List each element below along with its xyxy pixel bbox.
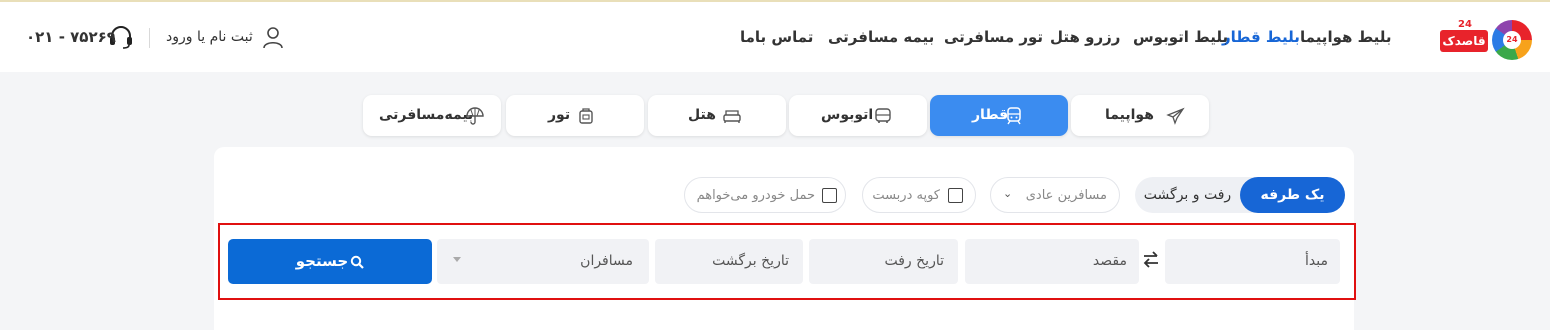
- site-logo[interactable]: 24 قاصدک 24: [1440, 16, 1542, 60]
- depart-date-placeholder: تاریخ رفت: [884, 253, 944, 269]
- search-label: جستجو: [295, 252, 349, 270]
- trip-type-toggle: یک طرفه رفت و برگشت: [1135, 177, 1345, 213]
- tab-train-label: قطار: [972, 107, 1009, 123]
- origin-placeholder: مبدأ: [1305, 253, 1328, 269]
- swap-icon[interactable]: [1141, 249, 1161, 271]
- login-register-link[interactable]: ثبت نام یا ورود: [166, 29, 253, 45]
- passenger-type-select[interactable]: مسافرین عادی ⌄: [990, 177, 1120, 213]
- destination-placeholder: مقصد: [1092, 253, 1127, 269]
- destination-input[interactable]: مقصد: [965, 239, 1139, 284]
- car-transport-label: حمل خودرو می‌خواهم: [696, 188, 815, 203]
- site-header: 24 قاصدک 24 بلیط هواپیما بلیط قطار بلیط …: [0, 2, 1550, 72]
- nav-tour[interactable]: تور مسافرتی: [944, 28, 1043, 46]
- bed-icon: [723, 110, 741, 123]
- tab-tour[interactable]: تور: [506, 95, 644, 136]
- nav-insurance[interactable]: بیمه مسافرتی: [828, 28, 934, 46]
- one-way-option[interactable]: یک طرفه: [1240, 177, 1345, 213]
- user-icon[interactable]: [262, 26, 284, 50]
- logo-mark-number: 24: [1503, 31, 1521, 49]
- passenger-type-value: مسافرین عادی: [1025, 188, 1107, 203]
- umbrella-icon: [466, 107, 484, 125]
- search-button[interactable]: جستجو: [228, 239, 432, 284]
- nav-train[interactable]: بلیط قطار: [1222, 28, 1300, 46]
- nav-hotel[interactable]: رزرو هتل: [1050, 28, 1120, 46]
- nav-bus[interactable]: بلیط اتوبوس: [1133, 28, 1228, 46]
- tab-tour-label: تور: [548, 107, 571, 123]
- logo-badge: 24: [1458, 19, 1472, 30]
- tab-insurance-label: بیمه‌مسافرتی: [379, 107, 474, 123]
- caret-down-icon: [453, 257, 461, 262]
- chevron-down-icon: ⌄: [1003, 187, 1013, 200]
- tab-flight-label: هواپیما: [1105, 107, 1154, 123]
- airplane-icon: [1166, 107, 1185, 125]
- logo-mark-icon: 24: [1492, 20, 1532, 60]
- coupe-label: کوپه دربست: [872, 188, 940, 203]
- origin-input[interactable]: مبدأ: [1165, 239, 1340, 284]
- car-transport-checkbox[interactable]: [822, 188, 837, 203]
- return-date-placeholder: تاریخ برگشت: [712, 253, 789, 269]
- round-trip-option[interactable]: رفت و برگشت: [1135, 177, 1240, 213]
- logo-text: قاصدک: [1440, 30, 1488, 52]
- tab-bus-label: اتوبوس: [821, 107, 874, 123]
- luggage-icon: [579, 108, 593, 124]
- support-phone[interactable]: ۰۲۱ - ۷۵۲۶۹: [26, 28, 116, 46]
- nav-flight[interactable]: بلیط هواپیما: [1300, 28, 1392, 46]
- tab-hotel-label: هتل: [688, 107, 716, 123]
- car-transport-option[interactable]: حمل خودرو می‌خواهم: [684, 177, 846, 213]
- header-divider: [149, 28, 150, 48]
- return-date-input[interactable]: تاریخ برگشت: [655, 239, 803, 284]
- passengers-placeholder: مسافران: [580, 253, 633, 269]
- bus-icon: [875, 108, 891, 123]
- tab-insurance[interactable]: بیمه‌مسافرتی: [363, 95, 501, 136]
- coupe-checkbox[interactable]: [948, 188, 963, 203]
- tab-flight[interactable]: هواپیما: [1071, 95, 1209, 136]
- search-icon: [351, 255, 364, 269]
- train-icon: [1007, 107, 1021, 125]
- coupe-option[interactable]: کوپه دربست: [862, 177, 976, 213]
- nav-contact[interactable]: تماس باما: [740, 28, 813, 46]
- passengers-select[interactable]: مسافران: [437, 239, 649, 284]
- depart-date-input[interactable]: تاریخ رفت: [809, 239, 958, 284]
- tab-hotel[interactable]: هتل: [648, 95, 786, 136]
- tab-bus[interactable]: اتوبوس: [789, 95, 927, 136]
- tab-train[interactable]: قطار: [930, 95, 1068, 136]
